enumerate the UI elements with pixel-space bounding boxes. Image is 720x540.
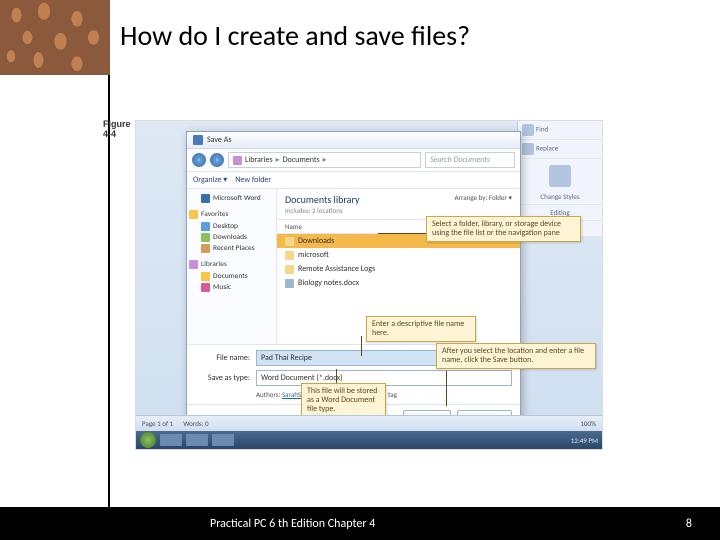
callout-save: After you select the location and enter … bbox=[436, 343, 596, 369]
status-page: Page 1 of 1 bbox=[142, 419, 173, 428]
docx-icon bbox=[285, 279, 294, 288]
savetype-label: Save as type: bbox=[195, 373, 250, 383]
nav-downloads[interactable]: Downloads bbox=[213, 233, 247, 242]
word-status-bar: Page 1 of 1 Words: 0 100% bbox=[136, 415, 602, 431]
ribbon-find: Find bbox=[536, 125, 548, 134]
figure-label-num: 4-4 bbox=[103, 130, 131, 140]
footer-text: Practical PC 6 th Edition Chapter 4 bbox=[210, 517, 375, 531]
crumb-documents: Documents bbox=[283, 155, 320, 165]
status-zoom: 100% bbox=[580, 419, 596, 428]
filename-label: File name: bbox=[195, 353, 250, 363]
libraries-icon bbox=[189, 260, 198, 269]
search-input[interactable]: Search Documents bbox=[425, 152, 515, 168]
taskbar-item[interactable] bbox=[160, 434, 182, 446]
replace-icon bbox=[522, 143, 534, 155]
decorative-corner-image bbox=[0, 0, 110, 75]
nav-favorites[interactable]: Favorites bbox=[201, 210, 228, 219]
tray-time: 12:49 PM bbox=[571, 436, 598, 445]
nav-libraries[interactable]: Libraries bbox=[201, 260, 227, 269]
navigation-pane[interactable]: Microsoft Word Favorites Desktop Downloa… bbox=[187, 189, 277, 344]
libraries-icon bbox=[233, 156, 242, 165]
status-words: Words: 0 bbox=[183, 419, 208, 428]
star-icon bbox=[189, 210, 198, 219]
arrow-line bbox=[336, 369, 337, 383]
arrow-line bbox=[446, 371, 447, 406]
windows-taskbar: 12:49 PM bbox=[136, 431, 602, 449]
documents-icon bbox=[201, 272, 210, 281]
address-breadcrumb[interactable]: Libraries ▸ Documents ▸ bbox=[228, 152, 421, 168]
arrow-line bbox=[378, 233, 426, 234]
ribbon-styles: Change Styles bbox=[540, 192, 579, 201]
desktop-icon bbox=[201, 222, 210, 231]
nav-desktop[interactable]: Desktop bbox=[213, 222, 238, 231]
nav-documents[interactable]: Documents bbox=[213, 272, 248, 281]
arrange-value[interactable]: Folder bbox=[489, 193, 507, 202]
authors-label: Authors: bbox=[256, 390, 280, 399]
find-icon bbox=[522, 124, 534, 136]
file-row[interactable]: Biology notes.docx bbox=[277, 276, 520, 290]
arrow-line bbox=[361, 336, 362, 356]
organize-menu[interactable]: Organize ▾ bbox=[193, 175, 227, 185]
vertical-divider bbox=[108, 75, 110, 507]
ribbon-replace: Replace bbox=[536, 144, 558, 153]
forward-button[interactable]: › bbox=[210, 153, 224, 167]
library-subtitle: Includes: 2 locations bbox=[285, 206, 512, 215]
clock-icon bbox=[201, 244, 210, 253]
save-icon bbox=[193, 135, 203, 145]
dialog-titlebar: Save As bbox=[187, 132, 520, 149]
nav-recent[interactable]: Recent Places bbox=[213, 244, 255, 253]
styles-icon bbox=[549, 165, 571, 187]
file-row[interactable]: Remote Assistance Logs bbox=[277, 262, 520, 276]
chevron-right-icon: ▸ bbox=[276, 155, 280, 165]
figure-label: Figure 4-4 bbox=[103, 120, 131, 140]
system-tray: 12:49 PM bbox=[571, 436, 598, 445]
crumb-libraries: Libraries bbox=[245, 155, 273, 165]
footer-page-number: 8 bbox=[686, 517, 692, 531]
download-icon bbox=[201, 233, 210, 242]
nav-music[interactable]: Music bbox=[213, 283, 231, 292]
taskbar-item[interactable] bbox=[212, 434, 234, 446]
new-folder-button[interactable]: New folder bbox=[235, 175, 271, 185]
arrange-label: Arrange by: bbox=[454, 193, 487, 202]
slide-footer: Practical PC 6 th Edition Chapter 4 8 bbox=[0, 507, 720, 540]
callout-select-folder: Select a folder, library, or storage dev… bbox=[426, 216, 581, 242]
slide-title: How do I create and save files? bbox=[120, 18, 470, 53]
folder-icon bbox=[285, 265, 294, 274]
back-button[interactable]: ‹ bbox=[192, 153, 206, 167]
nav-word[interactable]: Microsoft Word bbox=[213, 194, 261, 203]
file-row[interactable]: microsoft bbox=[277, 248, 520, 262]
chevron-right-icon: ▸ bbox=[323, 155, 327, 165]
word-icon bbox=[201, 194, 210, 203]
callout-filename: Enter a descriptive file name here. bbox=[366, 316, 476, 342]
music-icon bbox=[201, 283, 210, 292]
callout-filetype: This file will be stored as a Word Docum… bbox=[301, 383, 386, 419]
folder-icon bbox=[285, 237, 294, 246]
save-as-dialog: Save As ‹ › Libraries ▸ Documents ▸ Sear… bbox=[186, 131, 521, 421]
folder-icon bbox=[285, 251, 294, 260]
start-button[interactable] bbox=[140, 432, 156, 448]
dialog-title: Save As bbox=[207, 135, 231, 145]
screenshot-figure: Find Replace Change Styles Editing Save … bbox=[135, 120, 603, 450]
taskbar-item[interactable] bbox=[186, 434, 208, 446]
